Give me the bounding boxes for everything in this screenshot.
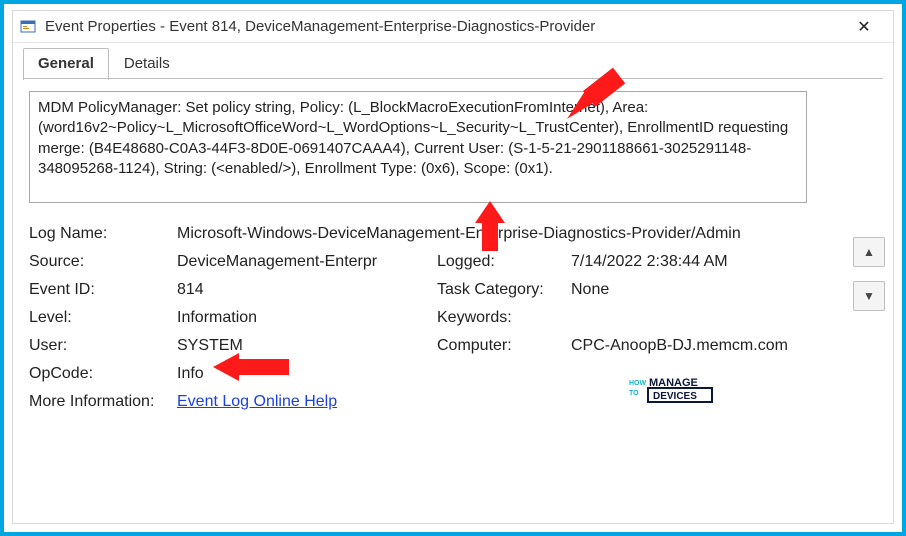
value-user: SYSTEM xyxy=(177,337,437,355)
event-fields-grid: Log Name: Microsoft-Windows-DeviceManage… xyxy=(29,225,877,411)
titlebar: Event Properties - Event 814, DeviceMana… xyxy=(13,11,893,43)
value-log-name: Microsoft-Windows-DeviceManagement-Enter… xyxy=(177,225,831,243)
label-logged: Logged: xyxy=(437,253,571,271)
arrow-down-icon: ▼ xyxy=(863,289,875,303)
value-logged: 7/14/2022 2:38:44 AM xyxy=(571,253,831,271)
value-level: Information xyxy=(177,309,437,327)
event-description-textbox[interactable]: MDM PolicyManager: Set policy string, Po… xyxy=(29,91,807,203)
value-keywords xyxy=(571,309,831,327)
label-more-information: More Information: xyxy=(29,393,177,411)
next-event-button[interactable]: ▼ xyxy=(853,281,885,311)
tab-details-label: Details xyxy=(124,55,170,72)
tab-general-label: General xyxy=(38,55,94,72)
label-keywords: Keywords: xyxy=(437,309,571,327)
label-task-category: Task Category: xyxy=(437,281,571,299)
app-icon xyxy=(19,18,37,36)
label-level: Level: xyxy=(29,309,177,327)
value-event-id: 814 xyxy=(177,281,437,299)
screenshot-frame: Event Properties - Event 814, DeviceMana… xyxy=(0,0,906,536)
close-button[interactable]: ✕ xyxy=(841,11,887,43)
label-computer: Computer: xyxy=(437,337,571,355)
value-computer: CPC-AnoopB-DJ.memcm.com xyxy=(571,337,831,355)
close-icon: ✕ xyxy=(857,17,870,37)
event-log-online-help-link[interactable]: Event Log Online Help xyxy=(177,393,337,410)
record-nav: ▲ ▼ xyxy=(853,237,885,311)
value-task-category: None xyxy=(571,281,831,299)
label-event-id: Event ID: xyxy=(29,281,177,299)
label-opcode: OpCode: xyxy=(29,365,177,383)
window-title: Event Properties - Event 814, DeviceMana… xyxy=(45,18,841,35)
arrow-up-icon: ▲ xyxy=(863,245,875,259)
event-properties-window: Event Properties - Event 814, DeviceMana… xyxy=(12,10,894,524)
label-source: Source: xyxy=(29,253,177,271)
value-opcode: Info xyxy=(177,365,437,383)
tab-details[interactable]: Details xyxy=(109,48,185,80)
tab-strip: General Details xyxy=(13,43,893,79)
label-log-name: Log Name: xyxy=(29,225,177,243)
tab-general[interactable]: General xyxy=(23,48,109,80)
label-user: User: xyxy=(29,337,177,355)
value-source: DeviceManagement-Enterpr xyxy=(177,253,437,271)
tab-content-general: MDM PolicyManager: Set policy string, Po… xyxy=(13,79,893,423)
prev-event-button[interactable]: ▲ xyxy=(853,237,885,267)
